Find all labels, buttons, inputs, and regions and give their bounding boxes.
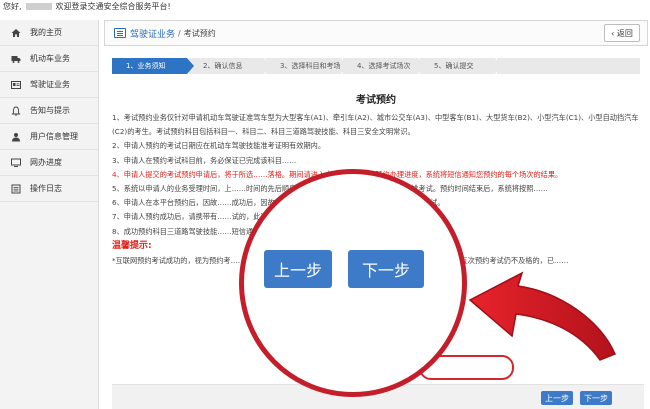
- sidebar-item-log[interactable]: 操作日志: [0, 176, 98, 202]
- step-track: [497, 58, 640, 74]
- user-icon: [9, 131, 23, 143]
- welcome-text: 欢迎登录交通安全综合服务平台!: [55, 2, 171, 11]
- step-progress: 1、业务须知 2、确认信息 3、选择科目和考场 4、选择考试场次 5、确认提交: [112, 58, 640, 74]
- bell-icon: [9, 105, 23, 117]
- computer-icon: [9, 157, 23, 169]
- sidebar-item-home[interactable]: 我的主页: [0, 20, 98, 46]
- breadcrumb-separator: /: [178, 28, 181, 38]
- breadcrumb-main[interactable]: 驾驶证业务: [130, 27, 175, 40]
- masked-username: [25, 3, 52, 10]
- step-4: 4、选择考试场次: [343, 58, 425, 74]
- sidebar: 我的主页 机动车业务 驾驶证业务 告知与提示 用户信息管理 网办进度 操作日志: [0, 20, 99, 409]
- prev-step-button-zoomed[interactable]: 上一步: [264, 250, 332, 288]
- breadcrumb: 驾驶证业务 / 考试预约 ‹ 返回: [104, 20, 648, 46]
- list-icon: [9, 183, 23, 195]
- sidebar-item-user-info[interactable]: 用户信息管理: [0, 124, 98, 150]
- sidebar-item-label: 机动车业务: [30, 54, 70, 63]
- step-5: 5、确认提交: [420, 58, 502, 74]
- back-button[interactable]: ‹ 返回: [604, 24, 640, 42]
- sidebar-item-label: 驾驶证业务: [30, 80, 70, 89]
- truck-icon: [9, 53, 23, 65]
- id-card-icon: [9, 79, 23, 91]
- sidebar-item-label: 告知与提示: [30, 106, 70, 115]
- sidebar-item-label: 用户信息管理: [30, 132, 78, 141]
- greeting-text: 您好,: [3, 2, 22, 11]
- sidebar-item-notice[interactable]: 告知与提示: [0, 98, 98, 124]
- step-1: 1、业务须知: [112, 58, 194, 74]
- step-2: 2、确认信息: [189, 58, 271, 74]
- notice-paragraph-3: 3、申请人在预约考试科目前，务必保证已完成该科目……: [112, 155, 297, 165]
- step-3: 3、选择科目和考场: [266, 58, 348, 74]
- sidebar-item-vehicle[interactable]: 机动车业务: [0, 46, 98, 72]
- sidebar-item-label: 我的主页: [30, 28, 62, 37]
- sidebar-item-progress[interactable]: 网办进度: [0, 150, 98, 176]
- prev-step-button[interactable]: 上一步: [541, 391, 573, 405]
- sidebar-item-license[interactable]: 驾驶证业务: [0, 72, 98, 98]
- breadcrumb-current: 考试预约: [183, 28, 216, 38]
- page-title: 考试预约: [356, 95, 396, 106]
- sidebar-item-label: 操作日志: [30, 184, 62, 193]
- top-welcome-bar: 您好, 欢迎登录交通安全综合服务平台!: [0, 0, 650, 17]
- notice-paragraph-1: 1、考试预约业务仅针对申请机动车驾驶证准驾车型为大型客车(A1)、牵引车(A2)…: [112, 113, 639, 137]
- document-icon: [114, 28, 126, 38]
- notice-paragraph-2: 2、申请人预约的考试日期应在机动车驾驶技能准考证明有效期内。: [112, 141, 326, 151]
- next-step-button-zoomed[interactable]: 下一步: [348, 250, 424, 288]
- sidebar-item-label: 网办进度: [30, 158, 62, 167]
- home-icon: [9, 27, 23, 39]
- next-step-button[interactable]: 下一步: [580, 391, 612, 405]
